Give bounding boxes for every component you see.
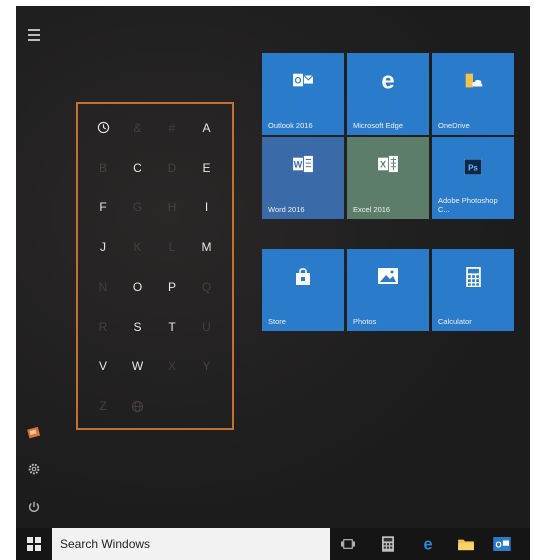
letter-empty — [190, 386, 225, 426]
letter-u: U — [202, 319, 212, 334]
tile-photoshop[interactable]: Ps Adobe Photoshop C... — [432, 137, 514, 219]
svg-text:X: X — [380, 160, 386, 170]
svg-text:O: O — [495, 541, 501, 550]
letter-b: B — [98, 160, 108, 175]
tile-onedrive[interactable]: OneDrive — [432, 53, 514, 135]
tile-store[interactable]: Store — [262, 249, 344, 331]
left-rail — [16, 6, 52, 528]
letter-empty — [155, 386, 190, 426]
letter-f[interactable]: F — [86, 188, 121, 228]
letter-grid: & # A B C D E F G H I J K L M N O P Q R S T U V W X Y Z — [76, 102, 234, 430]
photoshop-icon: Ps — [432, 159, 514, 175]
calculator-icon[interactable] — [378, 534, 398, 554]
start-menu: & # A B C D E F G H I J K L M N O P Q R S T U V W X Y Z O Outlook 2… — [16, 6, 530, 528]
file-explorer-icon[interactable] — [456, 534, 476, 554]
tile-excel[interactable]: X Excel 2016 — [347, 137, 429, 219]
tile-label: Store — [268, 317, 286, 326]
letter-c[interactable]: C — [121, 148, 156, 188]
letter-o[interactable]: O — [121, 267, 156, 307]
svg-text:W: W — [294, 160, 303, 170]
store-icon — [262, 267, 344, 287]
calculator-icon — [432, 267, 514, 287]
svg-text:Ps: Ps — [468, 164, 478, 173]
search-input[interactable]: Search Windows — [52, 528, 330, 560]
letter-sym: & — [133, 120, 142, 135]
tile-word[interactable]: W Word 2016 — [262, 137, 344, 219]
hamburger-icon[interactable] — [24, 26, 44, 46]
tile-photos[interactable]: Photos — [347, 249, 429, 331]
excel-icon: X — [347, 155, 429, 173]
letter-sym: # — [168, 120, 176, 135]
outlook-icon[interactable]: O — [492, 534, 512, 554]
word-icon: W — [262, 155, 344, 173]
tile-label: Microsoft Edge — [353, 121, 404, 130]
search-placeholder: Search Windows — [60, 537, 151, 551]
letter-z: Z — [99, 399, 108, 414]
tile-outlook[interactable]: O Outlook 2016 — [262, 53, 344, 135]
letter-j[interactable]: J — [86, 227, 121, 267]
tile-label: Word 2016 — [268, 205, 305, 214]
photos-icon — [347, 267, 429, 285]
edge-icon: e — [347, 67, 429, 93]
letter-x: X — [167, 359, 177, 374]
letter-k: K — [133, 240, 142, 255]
onedrive-icon — [432, 71, 514, 91]
tile-label: Photos — [353, 317, 377, 326]
letter-a[interactable]: A — [190, 108, 225, 148]
tile-label: Outlook 2016 — [268, 121, 313, 130]
tile-calculator[interactable]: Calculator — [432, 249, 514, 331]
letter-q: Q — [201, 279, 212, 294]
letter-s[interactable]: S — [121, 307, 156, 347]
outlook-icon: O — [262, 71, 344, 89]
tile-label: Excel 2016 — [353, 205, 391, 214]
letter-l: L — [168, 240, 176, 255]
svg-text:e: e — [381, 68, 394, 93]
tile-label: Adobe Photoshop C... — [438, 196, 498, 214]
tile-edge[interactable]: e Microsoft Edge — [347, 53, 429, 135]
letter-r: R — [98, 319, 108, 334]
windows-start-icon[interactable] — [26, 536, 42, 552]
globe-icon — [121, 386, 156, 426]
power-icon[interactable] — [24, 500, 44, 520]
letter-p[interactable]: P — [155, 267, 190, 307]
taskbar: Search Windows e O — [16, 528, 530, 560]
tile-label: Calculator — [438, 317, 472, 326]
tile-label: OneDrive — [438, 121, 470, 130]
svg-text:O: O — [295, 76, 302, 86]
letter-h: H — [167, 200, 177, 215]
edge-icon[interactable]: e — [418, 534, 438, 554]
settings-icon[interactable] — [24, 462, 44, 482]
photo-icon[interactable] — [24, 424, 44, 444]
clock-icon[interactable] — [86, 108, 121, 148]
letter-e[interactable]: E — [190, 148, 225, 188]
letter-v[interactable]: V — [86, 347, 121, 387]
letter-i[interactable]: I — [190, 188, 225, 228]
task-view-icon[interactable] — [338, 534, 358, 554]
svg-text:e: e — [423, 535, 432, 553]
letter-t[interactable]: T — [155, 307, 190, 347]
letter-g: G — [132, 200, 143, 215]
letter-m[interactable]: M — [190, 227, 225, 267]
letter-d: D — [167, 160, 177, 175]
letter-w[interactable]: W — [121, 347, 156, 387]
letter-n: N — [98, 279, 108, 294]
letter-y: Y — [202, 359, 211, 374]
